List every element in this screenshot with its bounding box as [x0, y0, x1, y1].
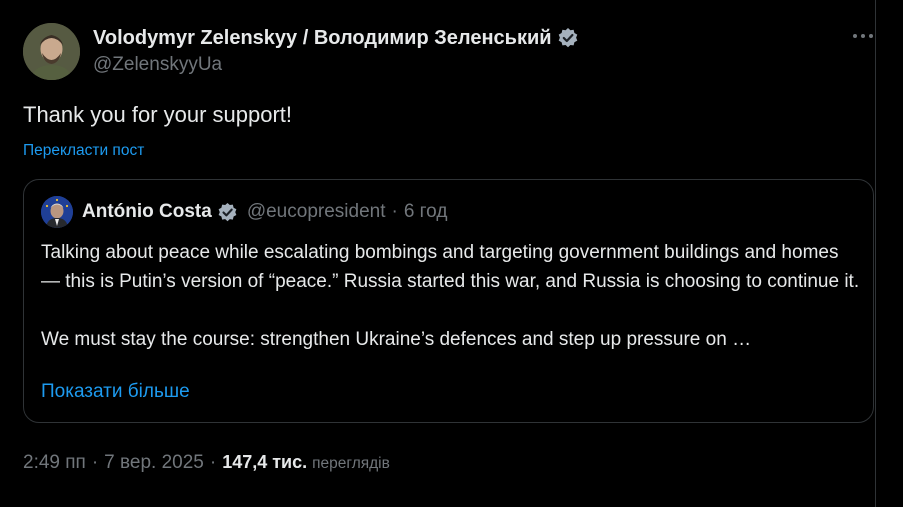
quoted-author-name[interactable]: António Costa [82, 201, 212, 223]
quoted-avatar-image [41, 196, 73, 228]
quoted-verified-badge-icon[interactable] [217, 202, 238, 223]
translate-post-link[interactable]: Перекласти пост [23, 141, 144, 161]
avatar-image [23, 23, 80, 80]
author-name[interactable]: Volodymyr Zelenskyy / Володимир Зеленськ… [93, 27, 552, 50]
quoted-author-handle[interactable]: @eucopresident [247, 201, 386, 223]
timestamp-time[interactable]: 2:49 пп [23, 452, 86, 474]
timeline-column-border [875, 0, 876, 507]
tweet-meta: 2:49 пп · 7 вер. 2025 · 147,4 тис. перег… [23, 452, 390, 474]
quoted-tweet-body: Talking about peace while escalating bom… [41, 238, 861, 354]
separator-dot: · [391, 201, 398, 222]
quoted-tweet-card[interactable]: António Costa @eucopresident · 6 год Tal… [23, 179, 874, 423]
author-handle[interactable]: @ZelenskyyUa [93, 52, 813, 78]
timestamp-date[interactable]: 7 вер. 2025 [104, 452, 204, 474]
quoted-tweet-header: António Costa @eucopresident · 6 год [41, 196, 448, 228]
views-label: переглядів [312, 455, 390, 472]
author-avatar[interactable] [23, 23, 80, 80]
views-count: 147,4 тис. [222, 452, 308, 472]
tweet-header: Volodymyr Zelenskyy / Володимир Зеленськ… [93, 24, 813, 78]
quoted-time-ago[interactable]: 6 год [404, 201, 448, 223]
separator-dot: · [209, 452, 217, 473]
quoted-paragraph-2: We must stay the course: strengthen Ukra… [41, 329, 752, 350]
quoted-author-avatar[interactable] [41, 196, 73, 228]
quoted-paragraph-1: Talking about peace while escalating bom… [41, 242, 860, 292]
more-horizontal-icon[interactable] [848, 26, 878, 46]
show-more-link[interactable]: Показати більше [41, 379, 190, 405]
verified-badge-icon[interactable] [557, 27, 579, 49]
separator-dot: · [91, 452, 99, 473]
tweet-text: Thank you for your support! [23, 102, 293, 127]
